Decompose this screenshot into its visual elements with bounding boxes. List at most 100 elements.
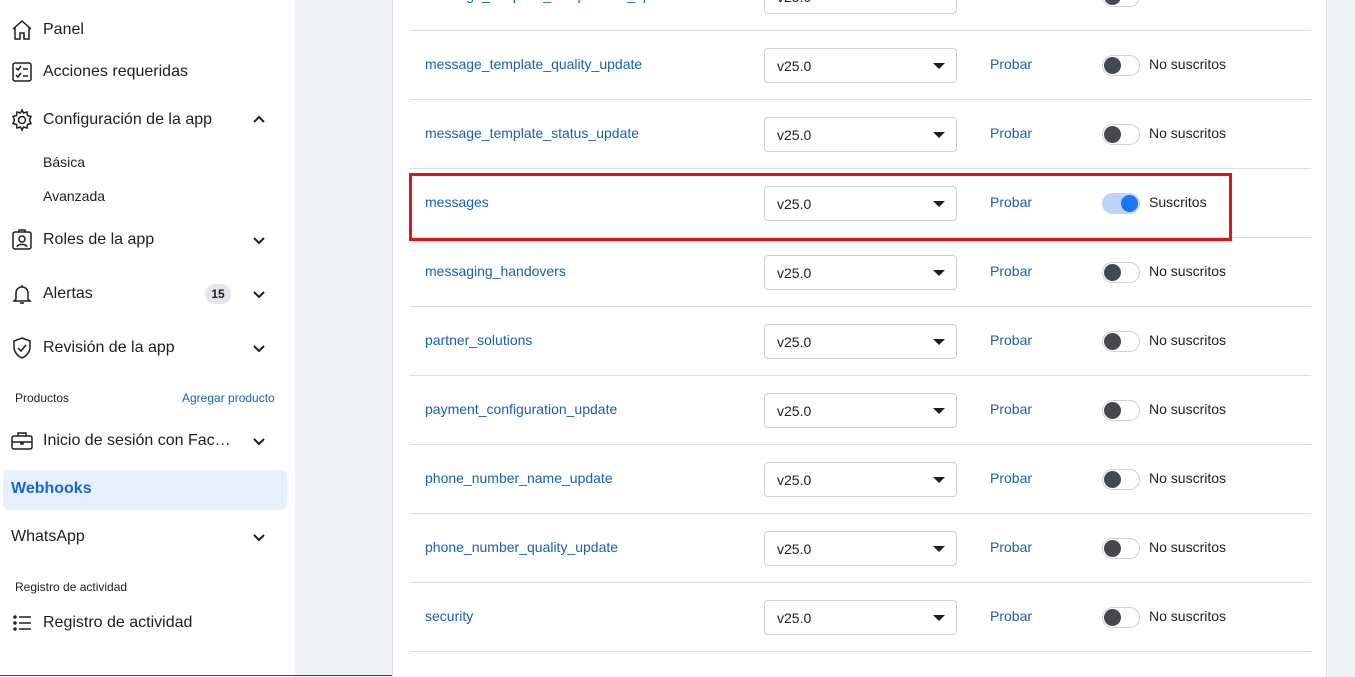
probar-link[interactable]: Probar bbox=[990, 263, 1032, 279]
version-select[interactable]: v25.0 bbox=[764, 0, 957, 14]
nav-inicio-sesion[interactable]: Inicio de sesión con Fac… bbox=[0, 421, 295, 461]
probar-link[interactable]: Probar bbox=[990, 539, 1032, 555]
nav-avanzada[interactable]: Avanzada bbox=[43, 188, 105, 204]
probar-link[interactable]: Probar bbox=[990, 332, 1032, 348]
bell-icon bbox=[10, 282, 34, 306]
probar-link[interactable]: Probar bbox=[990, 0, 1032, 3]
chevron-down-icon[interactable] bbox=[251, 433, 267, 449]
caret-down-icon bbox=[933, 477, 945, 483]
subscribe-toggle[interactable] bbox=[1102, 124, 1140, 145]
subscribe-toggle[interactable] bbox=[1102, 331, 1140, 352]
briefcase-icon bbox=[10, 429, 34, 453]
subscription-status: No suscritos bbox=[1149, 401, 1227, 417]
nav-alertas[interactable]: Alertas 15 bbox=[0, 274, 295, 314]
toggle-knob bbox=[1104, 0, 1121, 5]
table-row: messages v25.0 Probar Suscritos bbox=[410, 169, 1311, 238]
subscribe-toggle[interactable] bbox=[1102, 400, 1140, 421]
version-select[interactable]: v25.0 bbox=[764, 117, 957, 152]
nav-registro-actividad[interactable]: Registro de actividad bbox=[0, 603, 295, 643]
shield-check-icon bbox=[10, 336, 34, 360]
version-select[interactable]: v25.0 bbox=[764, 600, 957, 635]
nav-inicio-sesion-label: Inicio de sesión con Fac… bbox=[43, 432, 231, 449]
nav-roles-label: Roles de la app bbox=[43, 231, 155, 248]
nav-roles[interactable]: Roles de la app bbox=[0, 220, 295, 260]
field-name-link[interactable]: messaging_handovers bbox=[425, 263, 566, 279]
nav-webhooks-label: Webhooks bbox=[11, 480, 92, 497]
subscribe-toggle[interactable] bbox=[1102, 538, 1140, 559]
nav-configuracion[interactable]: Configuración de la app bbox=[0, 100, 295, 140]
nav-whatsapp-label: WhatsApp bbox=[11, 528, 85, 545]
checklist-icon bbox=[10, 60, 34, 84]
chevron-down-icon[interactable] bbox=[251, 286, 267, 302]
subscribe-toggle[interactable] bbox=[1102, 262, 1140, 283]
nav-revision[interactable]: Revisión de la app bbox=[0, 328, 295, 368]
nav-acciones-requeridas[interactable]: Acciones requeridas bbox=[0, 52, 295, 92]
subscription-status: No suscritos bbox=[1149, 332, 1227, 348]
field-name-link[interactable]: message_template_components_update bbox=[425, 0, 678, 3]
caret-down-icon bbox=[933, 63, 945, 69]
caret-down-icon bbox=[933, 546, 945, 552]
table-row: message_template_quality_update v25.0 Prob… bbox=[410, 31, 1311, 100]
version-select[interactable]: v25.0 bbox=[764, 324, 957, 359]
subscribe-toggle[interactable] bbox=[1102, 193, 1140, 214]
table-row: security v25.0 Probar No suscritos bbox=[410, 583, 1311, 652]
subscribe-toggle[interactable] bbox=[1102, 55, 1140, 76]
nav-basica[interactable]: Básica bbox=[43, 154, 85, 170]
version-value: v25.0 bbox=[777, 334, 812, 350]
nav-webhooks[interactable]: Webhooks bbox=[3, 470, 287, 510]
productos-section-label: Productos bbox=[15, 391, 70, 405]
version-value: v25.0 bbox=[777, 403, 812, 419]
nav-registro-label: Registro de actividad bbox=[43, 614, 193, 631]
version-select[interactable]: v25.0 bbox=[764, 255, 957, 290]
subscription-status: No suscritos bbox=[1149, 0, 1226, 3]
sidebar: Panel Acciones requeridas Configuración … bbox=[0, 0, 295, 677]
version-value: v25.0 bbox=[777, 58, 812, 74]
version-select[interactable]: v25.0 bbox=[764, 393, 957, 428]
version-select[interactable]: v25.0 bbox=[764, 462, 957, 497]
list-icon bbox=[10, 611, 34, 635]
field-name-link[interactable]: message_template_status_update bbox=[425, 125, 639, 141]
version-select[interactable]: v25.0 bbox=[764, 48, 957, 83]
chevron-up-icon[interactable] bbox=[251, 112, 267, 128]
caret-down-icon bbox=[933, 615, 945, 621]
subscription-status: No suscritos bbox=[1149, 539, 1227, 555]
registro-section-label: Registro de actividad bbox=[15, 580, 128, 594]
version-value: v25.0 bbox=[777, 127, 812, 143]
caret-down-icon bbox=[933, 408, 945, 414]
field-name-link[interactable]: security bbox=[425, 608, 473, 624]
probar-link[interactable]: Probar bbox=[990, 608, 1032, 624]
nav-configuracion-label: Configuración de la app bbox=[43, 111, 213, 128]
field-name-link[interactable]: partner_solutions bbox=[425, 332, 532, 348]
version-select[interactable]: v25.0 bbox=[764, 186, 957, 221]
probar-link[interactable]: Probar bbox=[990, 470, 1032, 486]
caret-down-icon bbox=[933, 270, 945, 276]
subscribe-toggle[interactable] bbox=[1102, 469, 1140, 490]
nav-panel[interactable]: Panel bbox=[0, 10, 295, 50]
field-name-link[interactable]: phone_number_name_update bbox=[425, 470, 613, 486]
toggle-knob bbox=[1104, 333, 1121, 350]
version-value: v25.0 bbox=[777, 472, 812, 488]
chevron-down-icon[interactable] bbox=[251, 529, 267, 545]
subscribe-toggle[interactable] bbox=[1102, 607, 1140, 628]
probar-link[interactable]: Probar bbox=[990, 194, 1032, 210]
field-name-link[interactable]: messages bbox=[425, 194, 489, 210]
version-select[interactable]: v25.0 bbox=[764, 531, 957, 566]
chevron-down-icon[interactable] bbox=[251, 232, 267, 248]
probar-link[interactable]: Probar bbox=[990, 56, 1032, 72]
nav-acciones-label: Acciones requeridas bbox=[43, 63, 188, 80]
nav-alertas-label: Alertas bbox=[43, 285, 93, 302]
subscription-status: No suscritos bbox=[1149, 125, 1227, 141]
probar-link[interactable]: Probar bbox=[990, 401, 1032, 417]
probar-link[interactable]: Probar bbox=[990, 125, 1032, 141]
caret-down-icon bbox=[933, 201, 945, 207]
subscribe-toggle[interactable] bbox=[1102, 0, 1140, 7]
table-row: payment_configuration_update v25.0 Probar N… bbox=[410, 376, 1311, 445]
chevron-down-icon[interactable] bbox=[251, 340, 267, 356]
agregar-producto-link[interactable]: Agregar producto bbox=[182, 391, 275, 405]
field-name-link[interactable]: phone_number_quality_update bbox=[425, 539, 618, 555]
nav-whatsapp[interactable]: WhatsApp bbox=[0, 517, 295, 557]
table-row: phone_number_quality_update v25.0 Probar No… bbox=[410, 514, 1311, 583]
field-name-link[interactable]: message_template_quality_update bbox=[425, 56, 642, 72]
field-name-link[interactable]: payment_configuration_update bbox=[425, 401, 617, 417]
toggle-knob bbox=[1104, 609, 1121, 626]
